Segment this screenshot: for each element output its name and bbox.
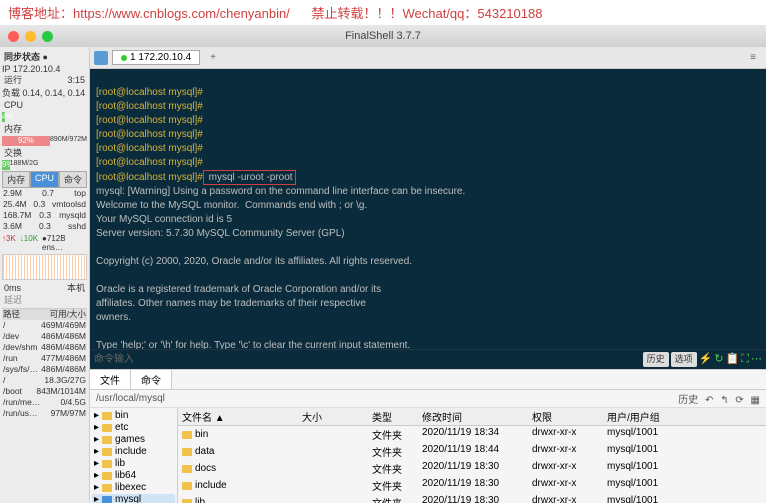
swap-label: 交换: [4, 147, 22, 159]
bottom-panel: 文件 命令 /usr/local/mysql 历史 ↶ ↰ ⟳ ▦ ▸bin▸e…: [90, 369, 766, 503]
disk-row: /dev486M/486M: [2, 331, 87, 342]
more-icon[interactable]: ⋯: [751, 353, 762, 366]
disk-row: /dev/shm486M/486M: [2, 342, 87, 353]
table-row[interactable]: docs文件夹2020/11/19 18:30drwxr-xr-xmysql/1…: [178, 460, 766, 477]
window-title-bar: FinalShell 3.7.7: [0, 25, 766, 47]
header-banner: 博客地址：https://www.cnblogs.com/chenyanbin/…: [0, 0, 766, 25]
blog-label: 博客地址：: [8, 6, 73, 21]
tree-item[interactable]: ▸bin: [92, 410, 175, 422]
table-row[interactable]: include文件夹2020/11/19 18:30drwxr-xr-xmysq…: [178, 477, 766, 494]
folder-icon[interactable]: [94, 51, 108, 65]
grid-icon[interactable]: ▦: [751, 395, 760, 406]
command-input[interactable]: 命令输入: [94, 353, 134, 366]
uptime-label: 运行: [4, 74, 22, 86]
paste-icon[interactable]: 📋: [726, 353, 740, 366]
contact-value: 543210188: [477, 6, 542, 21]
sync-status: 同步状态 ●: [2, 49, 87, 64]
menu-icon[interactable]: ≡: [744, 52, 762, 63]
process-row: 2.9M0.7top: [2, 188, 87, 199]
traffic-lights: [0, 31, 53, 42]
contact-label: Wechat/qq：: [402, 6, 477, 21]
disk-row: /sys/fs/…486M/486M: [2, 364, 87, 375]
process-row: 25.4M0.3vmtoolsd: [2, 199, 87, 210]
proc-header: 内存CPU命令: [2, 171, 87, 188]
minimize-icon[interactable]: [25, 31, 36, 42]
maximize-icon[interactable]: [42, 31, 53, 42]
disk-row: /run477M/486M: [2, 353, 87, 364]
refresh-icon[interactable]: ⟳: [735, 395, 743, 406]
terminal-output: mysql: [Warning] Using a password on the…: [96, 186, 465, 351]
up-icon[interactable]: ↰: [720, 395, 728, 406]
tree-item[interactable]: ▸lib64: [92, 470, 175, 482]
warning-text: 禁止转载！！！: [311, 6, 402, 21]
disk-row: /run/us…97M/97M: [2, 408, 87, 419]
folder-tree[interactable]: ▸bin▸etc▸games▸include▸lib▸lib64▸libexec…: [90, 408, 178, 503]
table-header: 文件名 ▲大小类型修改时间权限用户/用户组: [178, 408, 766, 426]
options-button[interactable]: 选项: [671, 352, 697, 367]
tab-commands[interactable]: 命令: [131, 370, 172, 389]
expand-icon[interactable]: ⛶: [741, 353, 749, 366]
mem-bar: 92%890M/972M: [2, 136, 87, 146]
table-row[interactable]: lib文件夹2020/11/19 18:30drwxr-xr-xmysql/10…: [178, 494, 766, 503]
process-row: 168.7M0.3mysqld: [2, 210, 87, 221]
session-tabs: 1 172.20.10.4 + ≡: [90, 47, 766, 69]
table-row[interactable]: data文件夹2020/11/19 18:44drwxr-xr-xmysql/1…: [178, 443, 766, 460]
terminal[interactable]: [root@localhost mysql]# [root@localhost …: [90, 69, 766, 369]
close-icon[interactable]: [8, 31, 19, 42]
network-sparkline: [2, 254, 87, 280]
disk-row: /boot843M/1014M: [2, 386, 87, 397]
file-table[interactable]: 文件名 ▲大小类型修改时间权限用户/用户组 bin文件夹2020/11/19 1…: [178, 408, 766, 503]
process-row: 3.6M0.3sshd: [2, 221, 87, 232]
blog-url: https://www.cnblogs.com/chenyanbin/: [73, 6, 290, 21]
tree-item[interactable]: ▸libexec: [92, 482, 175, 494]
load-row: 负载 0.14, 0.14, 0.14: [2, 86, 87, 99]
tab-files[interactable]: 文件: [90, 370, 131, 389]
add-tab-button[interactable]: +: [204, 52, 222, 63]
refresh-icon[interactable]: ↻: [714, 353, 723, 366]
cpu-label: CPU: [4, 99, 23, 111]
back-icon[interactable]: ↶: [705, 395, 713, 406]
history-button[interactable]: 历史: [643, 352, 669, 367]
tree-item[interactable]: ▸mysql: [92, 494, 175, 503]
tree-item[interactable]: ▸etc: [92, 422, 175, 434]
tree-item[interactable]: ▸games: [92, 434, 175, 446]
terminal-prompts: [root@localhost mysql]# [root@localhost …: [96, 87, 203, 168]
mem-label: 内存: [4, 123, 22, 135]
tree-item[interactable]: ▸lib: [92, 458, 175, 470]
bolt-icon[interactable]: ⚡: [699, 353, 713, 366]
net-row: ↑3K↓10K●712B ens…: [2, 234, 87, 252]
window-title: FinalShell 3.7.7: [345, 30, 421, 42]
sidebar-panel: 同步状态 ● IP 172.20.10.4 运行 3:15 负载 0.14, 0.…: [0, 47, 90, 503]
table-row[interactable]: bin文件夹2020/11/19 18:34drwxr-xr-xmysql/10…: [178, 426, 766, 443]
disk-row: /run/me…0/4.5G: [2, 397, 87, 408]
status-dot-icon: [121, 55, 127, 61]
cpu-bar: 4%: [2, 112, 87, 122]
bottom-tabs: 文件 命令: [90, 370, 766, 390]
disk-row: /18.3G/27G: [2, 375, 87, 386]
swap-bar: 9%188M/2G: [2, 160, 87, 170]
disk-row: /469M/469M: [2, 320, 87, 331]
highlighted-command-1: mysql -uroot -proot: [203, 170, 296, 185]
session-tab[interactable]: 1 172.20.10.4: [112, 50, 200, 65]
ip-label: IP 172.20.10.4: [2, 64, 87, 74]
uptime-value: 3:15: [67, 74, 85, 86]
path-toolbar: 历史 ↶ ↰ ⟳ ▦: [674, 391, 760, 406]
current-path[interactable]: /usr/local/mysql: [96, 393, 165, 404]
history-label[interactable]: 历史: [678, 395, 698, 406]
tree-item[interactable]: ▸include: [92, 446, 175, 458]
terminal-footer: 命令输入 历史 选项 ⚡ ↻ 📋 ⛶ ⋯: [90, 349, 766, 369]
